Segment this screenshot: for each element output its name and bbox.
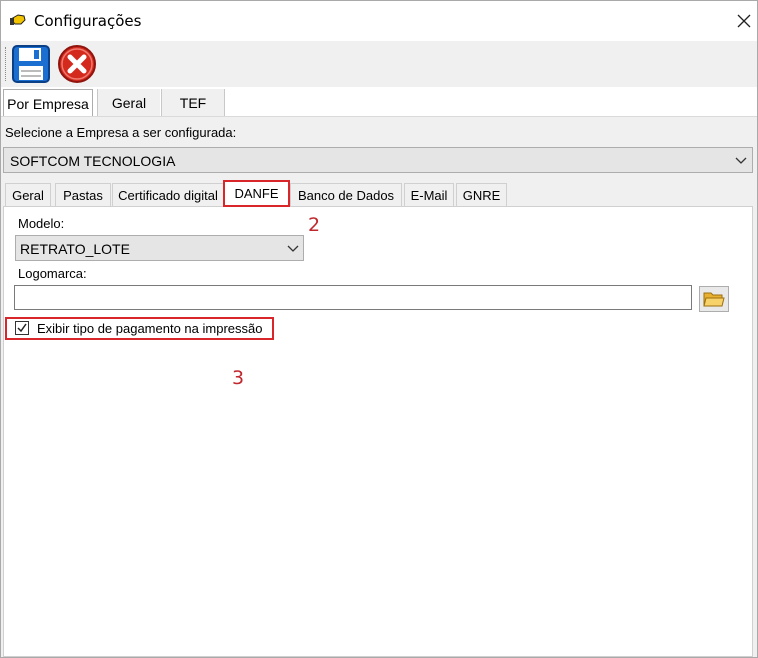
subtab-gnre[interactable]: GNRE <box>456 183 507 206</box>
cancel-button[interactable] <box>57 44 97 84</box>
subtab-danfe[interactable]: DANFE <box>223 180 290 207</box>
window-title: Configurações <box>34 12 142 30</box>
subtab-certificado-digital[interactable]: Certificado digital <box>112 183 224 206</box>
browse-logomarca-button[interactable] <box>699 286 729 312</box>
subtab-email[interactable]: E-Mail <box>404 183 454 206</box>
modelo-select[interactable]: RETRATO_LOTE <box>15 235 304 261</box>
logomarca-label: Logomarca: <box>18 266 87 281</box>
exibir-pagamento-label[interactable]: Exibir tipo de pagamento na impressão <box>37 321 262 336</box>
save-button[interactable] <box>11 44 51 84</box>
tab-tef[interactable]: TEF <box>161 89 225 117</box>
close-icon <box>737 14 751 28</box>
subtab-banco-de-dados[interactable]: Banco de Dados <box>290 183 402 206</box>
modelo-label: Modelo: <box>18 216 65 231</box>
toolbar <box>1 41 757 87</box>
app-hand-icon <box>9 11 27 29</box>
config-window: Configurações Por Empresa Geral TEF Sele… <box>0 0 758 658</box>
floppy-disk-icon <box>12 45 50 83</box>
subtab-pastas[interactable]: Pastas <box>55 183 111 206</box>
empresa-select-value: SOFTCOM TECNOLOGIA <box>10 153 176 169</box>
toolbar-grip <box>5 47 9 81</box>
empresa-select[interactable]: SOFTCOM TECNOLOGIA <box>3 147 753 173</box>
danfe-panel <box>3 206 753 657</box>
annotation-step-3: 3 <box>232 367 245 389</box>
logomarca-input[interactable] <box>14 285 692 310</box>
subtab-geral[interactable]: Geral <box>5 183 51 206</box>
exibir-pagamento-checkbox[interactable] <box>15 321 29 335</box>
modelo-select-value: RETRATO_LOTE <box>20 241 130 257</box>
checkmark-icon <box>17 323 27 333</box>
tab-geral[interactable]: Geral <box>97 89 160 117</box>
chevron-down-icon <box>287 245 299 252</box>
cancel-x-icon <box>58 45 96 83</box>
folder-icon <box>703 292 725 307</box>
tab-por-empresa[interactable]: Por Empresa <box>3 89 93 117</box>
close-button[interactable] <box>731 7 757 35</box>
empresa-label: Selecione a Empresa a ser configurada: <box>5 125 237 140</box>
chevron-down-icon <box>735 157 747 164</box>
annotation-step-2: 2 <box>308 214 321 236</box>
